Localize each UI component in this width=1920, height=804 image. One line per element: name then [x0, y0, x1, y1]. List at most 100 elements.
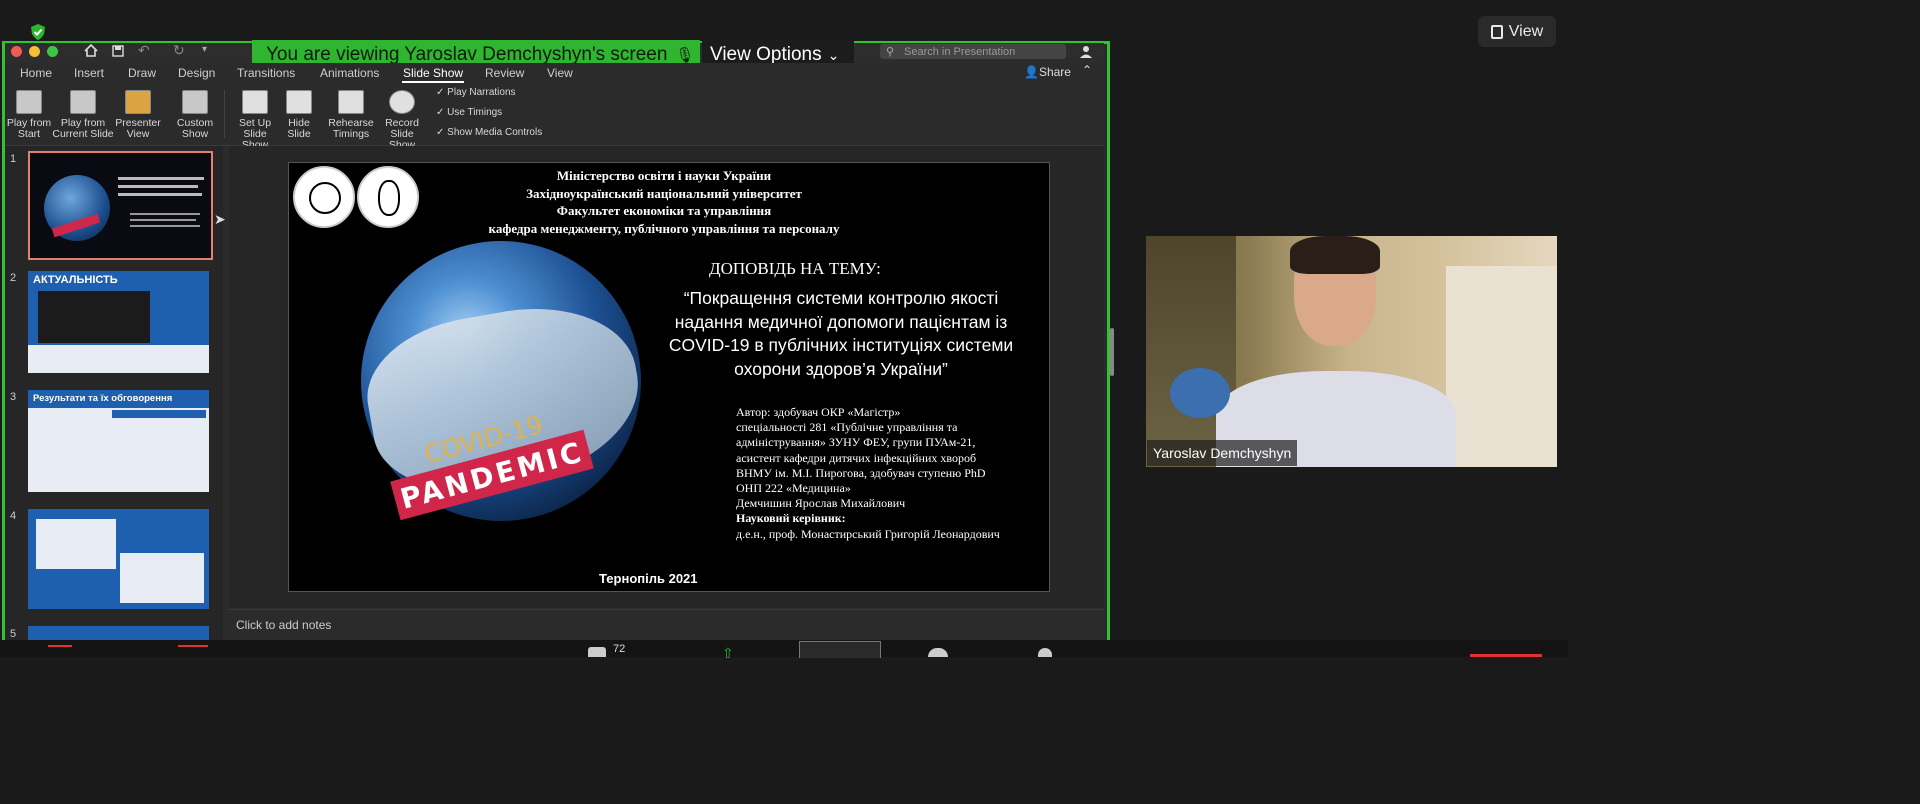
search-input[interactable]: ⚲ Search in Presentation: [880, 44, 1066, 59]
author-line: Науковий керівник:: [736, 511, 846, 526]
add-person-icon: 👤: [1024, 65, 1039, 79]
mic-muted-icon: 🎙: [675, 47, 695, 64]
checkmark-icon: ✓: [436, 87, 448, 98]
slide-thumbnail-3[interactable]: Результати та їх обговорення: [28, 390, 209, 492]
thumb-number: 1: [10, 153, 17, 165]
reactions-button[interactable]: [799, 641, 881, 658]
ribbon-divider: [224, 90, 225, 138]
slide-thumbnail-1[interactable]: [28, 151, 213, 260]
custom-show-button[interactable]: Custom Show: [172, 90, 218, 140]
logo-owl: [378, 180, 400, 216]
pane-resize-handle[interactable]: [1110, 328, 1114, 376]
play-from-start-button[interactable]: Play from Start: [6, 90, 52, 140]
author-line: Автор: здобувач ОКР «Магістр»: [736, 405, 901, 419]
view-layout-icon: [1490, 24, 1503, 39]
participants-icon[interactable]: [588, 647, 606, 657]
topic-line: надання медичної допомоги пацієнтам із: [674, 311, 1008, 332]
tab-animations[interactable]: Animations: [320, 66, 379, 80]
author-block: Автор: здобувач ОКР «Магістр» спеціально…: [736, 405, 1000, 542]
presenter-view-button[interactable]: Presenter View: [113, 90, 163, 140]
meeting-controls-bar: [0, 640, 1568, 657]
checkmark-icon: ✓: [436, 107, 448, 118]
thumb-text-block: [28, 345, 209, 373]
search-placeholder: Search in Presentation: [904, 45, 1016, 58]
customize-toolbar-icon[interactable]: ▾: [202, 44, 207, 55]
thumb-text-line: [130, 225, 200, 227]
thumb-title: АКТУАЛЬНІСТЬ: [33, 274, 118, 286]
participant-name-label: Yaroslav Demchyshyn: [1147, 440, 1298, 466]
play-icon: [16, 90, 42, 114]
slide-thumbnail-2[interactable]: АКТУАЛЬНІСТЬ: [28, 271, 209, 373]
slide-thumbnail-5[interactable]: [28, 626, 209, 640]
tab-insert[interactable]: Insert: [74, 66, 104, 80]
account-icon[interactable]: [1080, 45, 1095, 59]
author-line: Демчишин Ярослав Михайлович: [736, 496, 906, 511]
tab-home[interactable]: Home: [20, 66, 52, 80]
maximize-window-button[interactable]: [47, 46, 58, 57]
author-line: асистент кафедри дитячих інфекційних хво…: [736, 450, 977, 465]
tab-transitions[interactable]: Transitions: [237, 66, 295, 80]
mute-icon[interactable]: [48, 645, 72, 659]
shield-icon[interactable]: [29, 23, 47, 41]
share-screen-icon[interactable]: ⇧: [722, 645, 734, 662]
record-slide-show-button[interactable]: Record Slide Show: [376, 90, 428, 151]
use-timings-checkbox[interactable]: ✓ Use Timings: [436, 107, 502, 118]
slide-thumbnail-4[interactable]: [28, 509, 209, 609]
save-icon[interactable]: [112, 45, 124, 57]
checkbox-label: Show Media Controls: [447, 127, 543, 138]
notes-placeholder: Click to add notes: [236, 618, 332, 632]
ribbon-label: View: [126, 128, 150, 140]
thumb-text-line: [118, 193, 202, 196]
author-line: ОНП 222 «Медицина»: [736, 481, 851, 496]
chevron-down-icon: ⌄: [827, 46, 840, 63]
hide-slide-button[interactable]: Hide Slide: [284, 90, 314, 140]
tab-review[interactable]: Review: [485, 66, 524, 80]
checkbox-label: Use Timings: [447, 107, 503, 118]
thumb-number: 3: [10, 391, 17, 403]
undo-icon[interactable]: ↶: [138, 42, 150, 59]
ribbon: [5, 83, 1104, 146]
ribbon-label: Timings: [332, 128, 370, 140]
share-label: Share: [1038, 65, 1071, 79]
thumb-title: Результати та їх обговорення: [33, 393, 173, 404]
thumb-number: 4: [10, 510, 17, 522]
slide-footer: Тернопіль 2021: [599, 571, 698, 586]
toy-object: [1170, 368, 1230, 418]
thumb-image: [38, 291, 150, 343]
tab-view[interactable]: View: [547, 66, 573, 80]
view-button[interactable]: View: [1478, 16, 1556, 47]
redo-icon[interactable]: ↻: [173, 42, 185, 59]
thumb-table: [120, 553, 204, 603]
setup-icon: [242, 90, 268, 114]
share-button[interactable]: 👤Share: [1024, 65, 1071, 79]
stop-video-icon[interactable]: [178, 645, 208, 659]
tab-draw[interactable]: Draw: [128, 66, 156, 80]
end-meeting-button[interactable]: [1470, 654, 1542, 657]
collapse-ribbon-icon[interactable]: ⌃: [1082, 63, 1092, 77]
participant-video[interactable]: [1146, 236, 1557, 467]
play-from-current-button[interactable]: Play from Current Slide: [52, 90, 114, 140]
thumb-text-line: [118, 177, 204, 180]
current-slide[interactable]: Міністерство освіти і науки України Захі…: [288, 162, 1050, 592]
set-up-slide-show-button[interactable]: Set Up Slide Show: [229, 90, 281, 151]
tab-design[interactable]: Design: [178, 66, 215, 80]
minimize-window-button[interactable]: [29, 46, 40, 57]
hide-slide-icon: [286, 90, 312, 114]
thumb-text-line: [118, 185, 198, 188]
show-media-controls-checkbox[interactable]: ✓ Show Media Controls: [436, 127, 542, 138]
topic-title: “Покращення системи контролю якості нада…: [641, 287, 1041, 381]
rehearse-timings-button[interactable]: Rehearse Timings: [328, 90, 374, 140]
header-line: Факультет економіки та управління: [556, 203, 772, 218]
author-line: спеціальності 281 «Публічне управління т…: [736, 420, 958, 435]
topic-line: охорони здоров’я України”: [734, 358, 948, 379]
apps-icon[interactable]: [928, 648, 948, 657]
tab-slide-show[interactable]: Slide Show: [403, 66, 463, 80]
more-icon[interactable]: [1038, 648, 1052, 657]
close-window-button[interactable]: [11, 46, 22, 57]
checkmark-icon: ✓: [436, 127, 448, 138]
record-icon: [389, 90, 415, 114]
notes-pane[interactable]: Click to add notes: [229, 609, 1104, 641]
home-icon[interactable]: [84, 44, 98, 57]
play-narrations-checkbox[interactable]: ✓ Play Narrations: [436, 87, 516, 98]
header-line: кафедра менеджменту, публічного управлін…: [488, 220, 840, 236]
